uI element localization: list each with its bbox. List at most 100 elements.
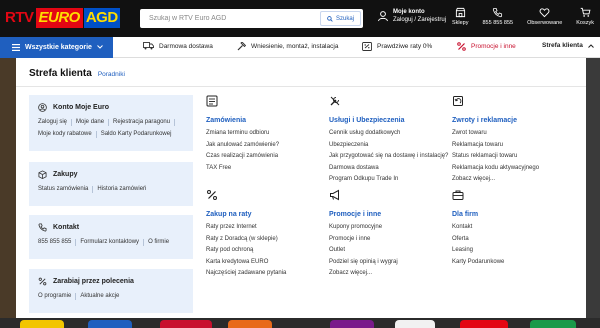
column-returns-list: Zwrot towaru Reklamacja towaru Status re… — [452, 130, 539, 183]
search-button[interactable]: Szukaj — [319, 11, 361, 26]
list-item[interactable]: Zobacz więcej... — [452, 176, 539, 183]
list-item[interactable]: Darmowa dostawa — [329, 165, 448, 172]
box-icon — [38, 170, 47, 179]
top-header: RTV EURO AGD Szukaj Moje konto Zaloguj /… — [0, 0, 600, 37]
about-company-link[interactable]: O firmie — [148, 239, 173, 246]
promo-tile[interactable] — [20, 320, 64, 328]
nav-promotions[interactable]: Promocje i inne — [457, 42, 516, 51]
background-right-edge — [586, 58, 600, 318]
card-purchases: Zakupy Status zamówienia Historia zamówi… — [29, 162, 193, 206]
my-data-link[interactable]: Moje dane — [76, 119, 110, 126]
list-item[interactable]: Program Odkupu Trade In — [329, 176, 448, 183]
card-contact-title: Kontakt — [38, 223, 185, 232]
receipt-registration-link[interactable]: Rejestracja paragonu — [113, 119, 176, 126]
wishlist-link[interactable]: Obserwowane — [527, 7, 562, 26]
column-orders-title[interactable]: Zamówienia — [206, 117, 279, 124]
search-button-label: Szukaj — [335, 15, 354, 22]
promo-tile[interactable] — [160, 320, 212, 328]
about-program-link[interactable]: O programie — [38, 293, 77, 300]
account-menu[interactable]: Moje konto Zaloguj / Zarejestruj — [377, 8, 446, 24]
contact-form-link[interactable]: Formularz kontaktowy — [80, 239, 145, 246]
list-item[interactable]: Zobacz więcej... — [329, 270, 398, 277]
chevron-up-icon — [587, 43, 594, 48]
card-account: Konto Moje Euro Zaloguj się Moje dane Re… — [29, 95, 193, 151]
percent-card-icon — [362, 42, 372, 51]
column-business-title[interactable]: Dla firm — [452, 211, 504, 218]
order-status-link[interactable]: Status zamówienia — [38, 186, 94, 193]
list-item[interactable]: Zwrot towaru — [452, 130, 539, 137]
promo-tile[interactable] — [395, 320, 435, 328]
list-item[interactable]: Podziel się opinią i wygraj — [329, 259, 398, 266]
column-returns-title[interactable]: Zwroty i reklamacje — [452, 117, 539, 124]
list-item[interactable]: Raty pod ochroną — [206, 247, 286, 254]
return-icon — [453, 96, 463, 106]
customer-zone-dropdown: Strefa klienta Poradniki Konto Moje Euro… — [16, 58, 586, 318]
promo-tile[interactable] — [530, 320, 576, 328]
promo-tile[interactable] — [460, 320, 508, 328]
column-promotions: Promocje i inne Kupony promocyjne Promoc… — [329, 189, 398, 282]
phone-link[interactable]: 855 855 855 — [483, 7, 513, 26]
list-item[interactable]: Kupony promocyjne — [329, 224, 398, 231]
list-item[interactable]: Karta kredytowa EURO — [206, 259, 286, 266]
list-item[interactable]: Raty przez Internet — [206, 224, 286, 231]
nav-customer-zone[interactable]: Strefa klienta — [542, 42, 594, 49]
list-item[interactable]: Cennik usług dodatkowych — [329, 130, 448, 137]
column-services-title[interactable]: Usługi i Ubezpieczenia — [329, 117, 448, 124]
tools-icon — [330, 96, 340, 106]
list-item[interactable]: Jak anulować zamówienie? — [206, 142, 279, 149]
list-item[interactable]: Outlet — [329, 247, 398, 254]
rtv-euro-agd-logo[interactable]: RTV EURO AGD — [3, 8, 120, 28]
list-item[interactable]: Najczęściej zadawane pytania — [206, 270, 286, 277]
list-item[interactable]: TAX Free — [206, 165, 279, 172]
list-item[interactable]: Reklamacja towaru — [452, 142, 539, 149]
column-installments-title[interactable]: Zakup na raty — [206, 211, 286, 218]
discount-codes-link[interactable]: Moje kody rabatowe — [38, 131, 97, 138]
stores-link[interactable]: Sklepy — [452, 7, 469, 26]
list-item[interactable]: Leasing — [452, 247, 504, 254]
nav-free-delivery[interactable]: Darmowa dostawa — [143, 42, 213, 50]
list-item[interactable]: Zmiana terminu odbioru — [206, 130, 279, 137]
list-item[interactable]: Ubezpieczenia — [329, 142, 448, 149]
panel-header: Strefa klienta Poradniki — [29, 68, 125, 79]
column-services: Usługi i Ubezpieczenia Cennik usług doda… — [329, 95, 448, 188]
briefcase-icon — [452, 190, 464, 200]
nav-installation-label: Wniesienie, montaż, instalacja — [251, 43, 339, 50]
promo-tile[interactable] — [88, 320, 132, 328]
search-input[interactable] — [140, 9, 320, 28]
list-item[interactable]: Oferta — [452, 236, 504, 243]
column-promotions-title[interactable]: Promocje i inne — [329, 211, 398, 218]
list-item[interactable]: Promocje i inne — [329, 236, 398, 243]
top-icons: Sklepy 855 855 855 Obserwowane Koszyk — [452, 7, 594, 26]
gift-card-balance-link[interactable]: Saldo Karty Podarunkowej — [101, 131, 176, 138]
card-referrals-title: Zarabiaj przez polecenia — [38, 277, 185, 286]
list-item[interactable]: Raty z Doradcą (w sklepie) — [206, 236, 286, 243]
nav-installation[interactable]: Wniesienie, montaż, instalacja — [237, 42, 338, 51]
list-item[interactable]: Czas realizacji zamówienia — [206, 153, 279, 160]
hotline-link[interactable]: 855 855 855 — [38, 239, 77, 246]
current-campaigns-link[interactable]: Aktualne akcje — [80, 293, 123, 300]
order-history-link[interactable]: Historia zamówień — [97, 186, 150, 193]
promo-tile[interactable] — [330, 320, 374, 328]
nav-installments[interactable]: Prawdziwe raty 0% — [362, 42, 432, 51]
list-item[interactable]: Kontakt — [452, 224, 504, 231]
all-categories-button[interactable]: Wszystkie kategorie — [0, 36, 113, 58]
nav-installments-label: Prawdziwe raty 0% — [377, 43, 433, 50]
guides-link[interactable]: Poradniki — [98, 71, 125, 78]
column-returns: Zwroty i reklamacje Zwrot towaru Reklama… — [452, 95, 539, 188]
stores-label: Sklepy — [451, 20, 469, 26]
card-contact-title-text: Kontakt — [53, 224, 80, 231]
list-item[interactable]: Status reklamacji towaru — [452, 153, 539, 160]
list-item[interactable]: Karty Podarunkowe — [452, 259, 504, 266]
list-item[interactable]: Reklamacja kodu aktywacyjnego — [452, 165, 539, 172]
list-item[interactable]: Jak przygotować się na dostawę i instala… — [329, 153, 448, 160]
logo-rtv: RTV — [5, 9, 34, 26]
cart-label: Koszyk — [576, 20, 594, 26]
promo-tile[interactable] — [228, 320, 272, 328]
heart-icon — [539, 8, 550, 18]
login-link[interactable]: Zaloguj się — [38, 119, 73, 126]
cart-link[interactable]: Koszyk — [576, 7, 594, 26]
wishlist-label: Obserwowane — [527, 20, 563, 26]
phone-icon — [493, 7, 503, 18]
card-contact: Kontakt 855 855 855 Formularz kontaktowy… — [29, 215, 193, 259]
percent-icon — [207, 190, 217, 200]
